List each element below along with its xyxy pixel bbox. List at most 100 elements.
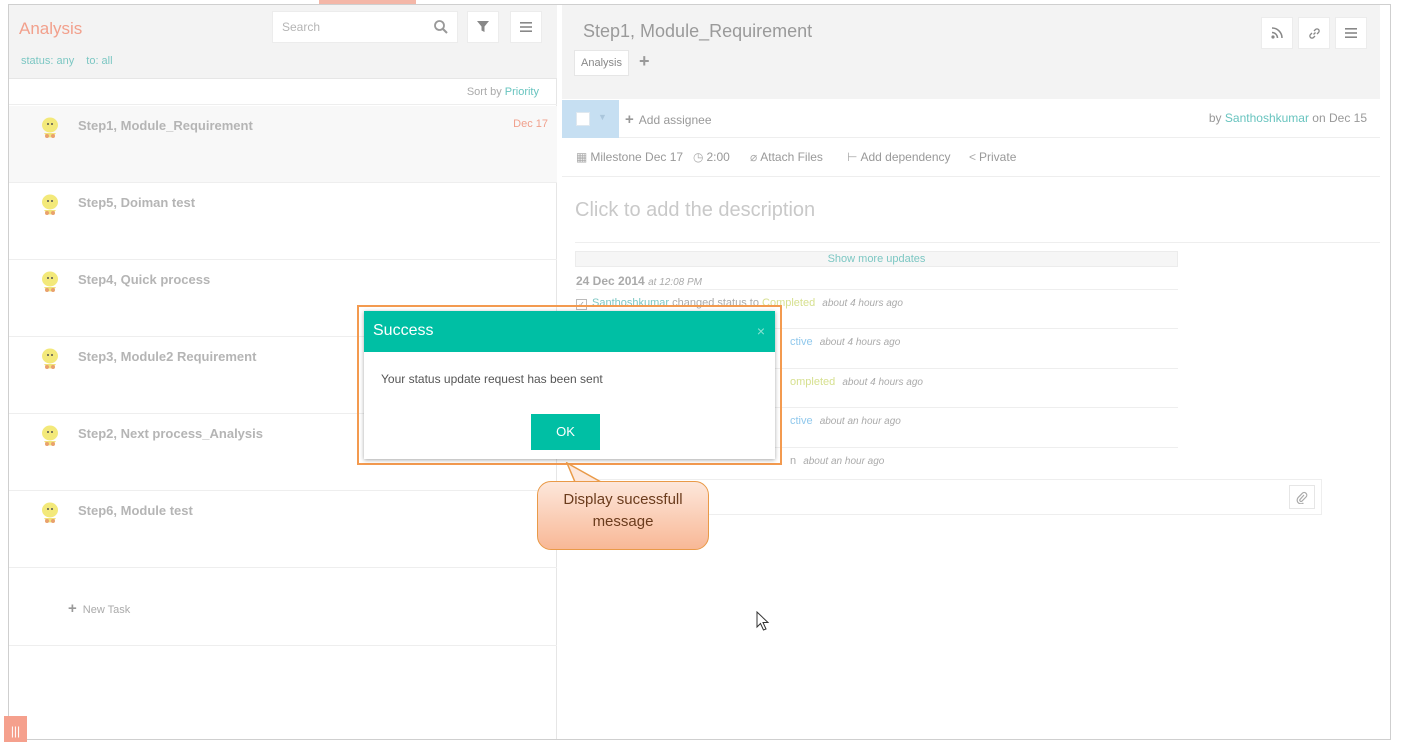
plus-icon: +	[68, 600, 77, 617]
ok-button[interactable]: OK	[531, 414, 600, 450]
task-list-header: Analysis status: any to: all	[9, 5, 557, 79]
task-name: Step4, Quick process	[78, 272, 211, 287]
link-icon	[1308, 27, 1320, 39]
private-button[interactable]: < Private	[969, 150, 1016, 164]
time-estimate-button[interactable]: ◷ 2:00	[693, 150, 730, 164]
success-dialog: Success × Your status update request has…	[364, 311, 775, 459]
project-title[interactable]: Analysis	[19, 19, 82, 39]
attach-files-button[interactable]: ⌀ Attach Files	[750, 150, 823, 164]
task-due-date: Dec 17	[513, 118, 548, 130]
task-name: Step3, Module2 Requirement	[78, 349, 257, 364]
hamburger-icon	[1345, 28, 1357, 38]
complete-checkbox[interactable]	[576, 112, 590, 126]
link-button[interactable]	[1298, 17, 1330, 49]
update-time: about an hour ago	[803, 456, 885, 467]
task-name: Step6, Module test	[78, 503, 193, 518]
annotation-callout: Display sucessfull message	[537, 481, 709, 550]
assignee-filter[interactable]: to: all	[86, 55, 112, 67]
attach-files-label: Attach Files	[760, 150, 823, 164]
avatar-icon	[42, 425, 58, 446]
task-name: Step1, Module_Requirement	[78, 118, 253, 133]
sort-row: Sort by Priority	[9, 80, 557, 105]
task-title[interactable]: Step1, Module_Requirement	[583, 21, 812, 42]
dependency-icon: ⊢	[847, 150, 858, 164]
callout-line-2: message	[592, 513, 654, 530]
task-row[interactable]: Step6, Module test	[9, 491, 557, 568]
update-status: ctive	[790, 415, 813, 427]
search-input[interactable]	[273, 12, 431, 42]
update-status: ompleted	[790, 376, 836, 388]
panel-toggle-button[interactable]: |||	[4, 716, 27, 742]
caret-down-icon[interactable]: ▼	[598, 112, 607, 122]
new-task-label: New Task	[82, 604, 131, 616]
dialog-title: Success	[373, 322, 434, 339]
avatar-icon	[42, 117, 58, 138]
rss-icon	[1271, 27, 1283, 39]
avatar-icon	[42, 502, 58, 523]
add-tag-button[interactable]: +	[639, 51, 650, 72]
avatar-icon	[42, 348, 58, 369]
share-icon: <	[969, 150, 977, 164]
show-more-updates-button[interactable]: Show more updates	[575, 251, 1178, 267]
task-name: Step2, Next process_Analysis	[78, 426, 263, 441]
filter-tags: status: any to: all	[21, 55, 122, 67]
assign-row: ▼ + Add assignee by Santhoshkumar on Dec …	[562, 100, 1380, 138]
sort-value[interactable]: Priority	[505, 86, 539, 98]
update-time: about 4 hours ago	[842, 377, 923, 388]
update-time: about 4 hours ago	[822, 298, 903, 309]
creator-link[interactable]: Santhoshkumar	[1225, 111, 1309, 125]
paperclip-icon: ⌀	[750, 150, 758, 164]
updates-date: 24 Dec 2014 at 12:08 PM	[576, 274, 702, 288]
sort-label: Sort by	[466, 86, 502, 98]
update-status: n	[790, 455, 797, 467]
task-name: Step5, Doiman test	[78, 195, 196, 210]
time-label: 2:00	[706, 150, 730, 164]
detail-menu-button[interactable]	[1335, 17, 1367, 49]
add-assignee-button[interactable]: + Add assignee	[625, 111, 712, 128]
filter-icon	[477, 21, 489, 32]
private-label: Private	[979, 150, 1017, 164]
hamburger-icon	[520, 22, 532, 32]
milestone-label: Milestone Dec 17	[590, 150, 684, 164]
list-menu-button[interactable]	[510, 11, 542, 43]
dialog-message: Your status update request has been sent	[381, 372, 603, 386]
callout-line-1: Display sucessfull	[563, 491, 683, 508]
task-meta-row: ▦ Milestone Dec 17 ◷ 2:00 ⌀ Attach Files ⊢ A…	[562, 139, 1380, 177]
updates-date-label: 24 Dec 2014	[576, 274, 645, 288]
rss-button[interactable]	[1261, 17, 1293, 49]
mouse-cursor-icon	[756, 611, 770, 631]
clock-icon: ◷	[693, 150, 704, 164]
update-status: ctive	[790, 336, 813, 348]
by-prefix: by	[1208, 111, 1222, 125]
close-icon[interactable]: ×	[757, 323, 765, 339]
dialog-header: Success ×	[364, 311, 775, 352]
paperclip-icon	[1296, 491, 1308, 504]
task-detail-header: Step1, Module_Requirement Analysis +	[562, 5, 1380, 99]
task-row[interactable]: Step5, Doiman test	[9, 183, 557, 260]
search-icon[interactable]	[433, 19, 449, 35]
attach-comment-button[interactable]	[1289, 485, 1315, 509]
divider	[9, 645, 557, 646]
status-checkbox-dropdown[interactable]: ▼	[562, 100, 619, 138]
task-row[interactable]: Step1, Module_Requirement Dec 17	[9, 106, 557, 183]
add-assignee-label: Add assignee	[638, 113, 712, 127]
created-by: by Santhoshkumar on Dec 15	[1209, 111, 1367, 125]
filter-button[interactable]	[467, 11, 499, 43]
calendar-icon: ▦	[576, 150, 588, 164]
tag-analysis[interactable]: Analysis	[574, 50, 629, 76]
update-time: about an hour ago	[819, 416, 901, 427]
avatar-icon	[42, 194, 58, 215]
search-box	[272, 11, 458, 43]
add-dependency-label: Add dependency	[860, 150, 951, 164]
add-dependency-button[interactable]: ⊢ Add dependency	[847, 150, 951, 164]
avatar-icon	[42, 271, 58, 292]
status-filter[interactable]: status: any	[21, 55, 74, 67]
updates-time-label: at 12:08 PM	[648, 277, 702, 288]
milestone-button[interactable]: ▦ Milestone Dec 17	[576, 150, 683, 164]
update-time: about 4 hours ago	[819, 337, 901, 348]
new-task-button[interactable]: + New Task	[68, 600, 130, 617]
description-field[interactable]: Click to add the description	[575, 199, 815, 222]
divider	[575, 242, 1380, 243]
created-date: on Dec 15	[1312, 111, 1367, 125]
plus-icon: +	[625, 111, 634, 128]
